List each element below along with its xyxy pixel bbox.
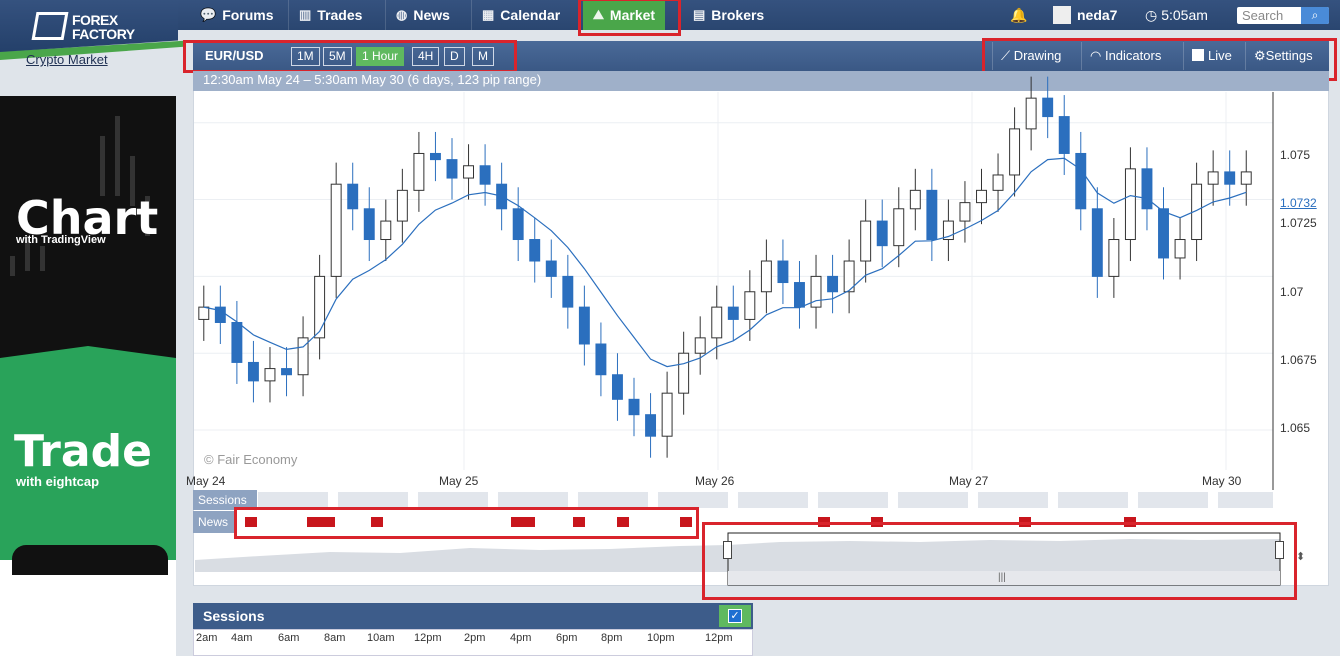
candle[interactable] xyxy=(413,152,425,191)
candle[interactable] xyxy=(777,260,789,284)
candle[interactable] xyxy=(1009,128,1021,176)
candle[interactable] xyxy=(744,291,756,320)
x-tick-may27: May 27 xyxy=(949,474,989,488)
candle[interactable] xyxy=(479,165,491,185)
candle[interactable] xyxy=(645,414,657,437)
candle[interactable] xyxy=(1075,152,1087,210)
session-time-8: 6pm xyxy=(556,632,578,644)
candle[interactable] xyxy=(1224,171,1236,185)
candle[interactable] xyxy=(595,343,607,376)
candle[interactable] xyxy=(992,174,1004,191)
x-tick-may24: May 24 xyxy=(186,474,226,488)
candle[interactable] xyxy=(1091,208,1103,277)
candle[interactable] xyxy=(827,275,839,293)
sessions-timeline: 2am 4am 6am 8am 10am 12pm 2pm 4pm 6pm 8p… xyxy=(193,629,753,656)
candle[interactable] xyxy=(264,368,276,382)
candle[interactable] xyxy=(396,189,408,222)
candle[interactable] xyxy=(1058,116,1070,154)
news-row-label: News xyxy=(193,511,235,533)
y-tick-3: 1.07 xyxy=(1280,285,1304,299)
candle[interactable] xyxy=(976,189,987,204)
candle[interactable] xyxy=(281,368,292,376)
candle[interactable] xyxy=(545,260,557,277)
candle[interactable] xyxy=(463,165,475,179)
checkbox-checked-icon[interactable]: ✓ xyxy=(728,609,742,623)
candle[interactable] xyxy=(231,321,243,363)
highlight-news-row xyxy=(234,507,699,539)
candle[interactable] xyxy=(1108,239,1120,277)
candle[interactable] xyxy=(760,260,772,293)
session-time-5: 12pm xyxy=(414,632,442,644)
candle[interactable] xyxy=(1207,171,1219,185)
session-time-0: 2am xyxy=(196,632,218,644)
candle[interactable] xyxy=(893,208,905,247)
candle[interactable] xyxy=(446,159,458,179)
candle[interactable] xyxy=(711,306,723,339)
highlight-navigator xyxy=(702,522,1297,600)
session-time-2: 6am xyxy=(278,632,300,644)
session-time-6: 2pm xyxy=(464,632,486,644)
candle[interactable] xyxy=(909,189,921,210)
y-tick-5: 1.065 xyxy=(1280,421,1311,435)
candle[interactable] xyxy=(661,392,673,437)
candle[interactable] xyxy=(611,374,623,400)
y-tick-1: 1.075 xyxy=(1280,148,1311,162)
candle[interactable] xyxy=(347,183,359,210)
candle[interactable] xyxy=(1240,171,1252,185)
resize-arrows-icon[interactable]: ⬍ xyxy=(1296,550,1305,563)
candle[interactable] xyxy=(678,352,690,394)
candle[interactable] xyxy=(860,220,872,262)
candle[interactable] xyxy=(529,239,541,262)
candle[interactable] xyxy=(1141,168,1153,210)
candle[interactable] xyxy=(1174,239,1186,259)
candle[interactable] xyxy=(198,306,210,320)
candle[interactable] xyxy=(429,152,441,161)
candle[interactable] xyxy=(876,220,888,247)
candle[interactable] xyxy=(794,282,805,308)
session-time-4: 10am xyxy=(367,632,395,644)
chart-watermark: © Fair Economy xyxy=(204,452,298,467)
candle[interactable] xyxy=(314,275,326,339)
sessions-title: Sessions xyxy=(193,603,753,629)
session-time-1: 4am xyxy=(231,632,253,644)
candle[interactable] xyxy=(628,398,640,416)
sessions-panel: Sessions ✓ 2am 4am 6am 8am 10am 12pm 2pm… xyxy=(193,603,753,656)
sessions-toggle[interactable]: ✓ xyxy=(719,605,751,627)
x-tick-may25: May 25 xyxy=(439,474,479,488)
candle[interactable] xyxy=(363,208,375,241)
x-tick-may30: May 30 xyxy=(1202,474,1242,488)
session-time-3: 8am xyxy=(324,632,346,644)
y-tick-2: 1.0725 xyxy=(1280,216,1317,230)
y-tick-4: 1.0675 xyxy=(1280,353,1317,367)
candle[interactable] xyxy=(1042,97,1054,118)
sessions-bars xyxy=(258,492,1273,508)
candle[interactable] xyxy=(727,306,739,320)
session-time-11: 12pm xyxy=(705,632,733,644)
session-time-7: 4pm xyxy=(510,632,532,644)
current-price-label: 1.0732 xyxy=(1280,196,1317,210)
candle[interactable] xyxy=(1124,168,1136,241)
candle[interactable] xyxy=(694,337,706,354)
candle[interactable] xyxy=(578,306,590,345)
x-tick-may26: May 26 xyxy=(695,474,735,488)
candle[interactable] xyxy=(1025,97,1037,130)
candle[interactable] xyxy=(1158,208,1169,259)
session-time-10: 10pm xyxy=(647,632,675,644)
candle[interactable] xyxy=(562,275,574,308)
session-time-9: 8pm xyxy=(601,632,623,644)
candle[interactable] xyxy=(512,208,524,241)
plot-area xyxy=(194,92,1273,470)
candle[interactable] xyxy=(330,183,342,277)
candle[interactable] xyxy=(926,189,938,241)
candle[interactable] xyxy=(380,220,392,241)
candle[interactable] xyxy=(959,202,971,222)
candle[interactable] xyxy=(247,361,259,382)
